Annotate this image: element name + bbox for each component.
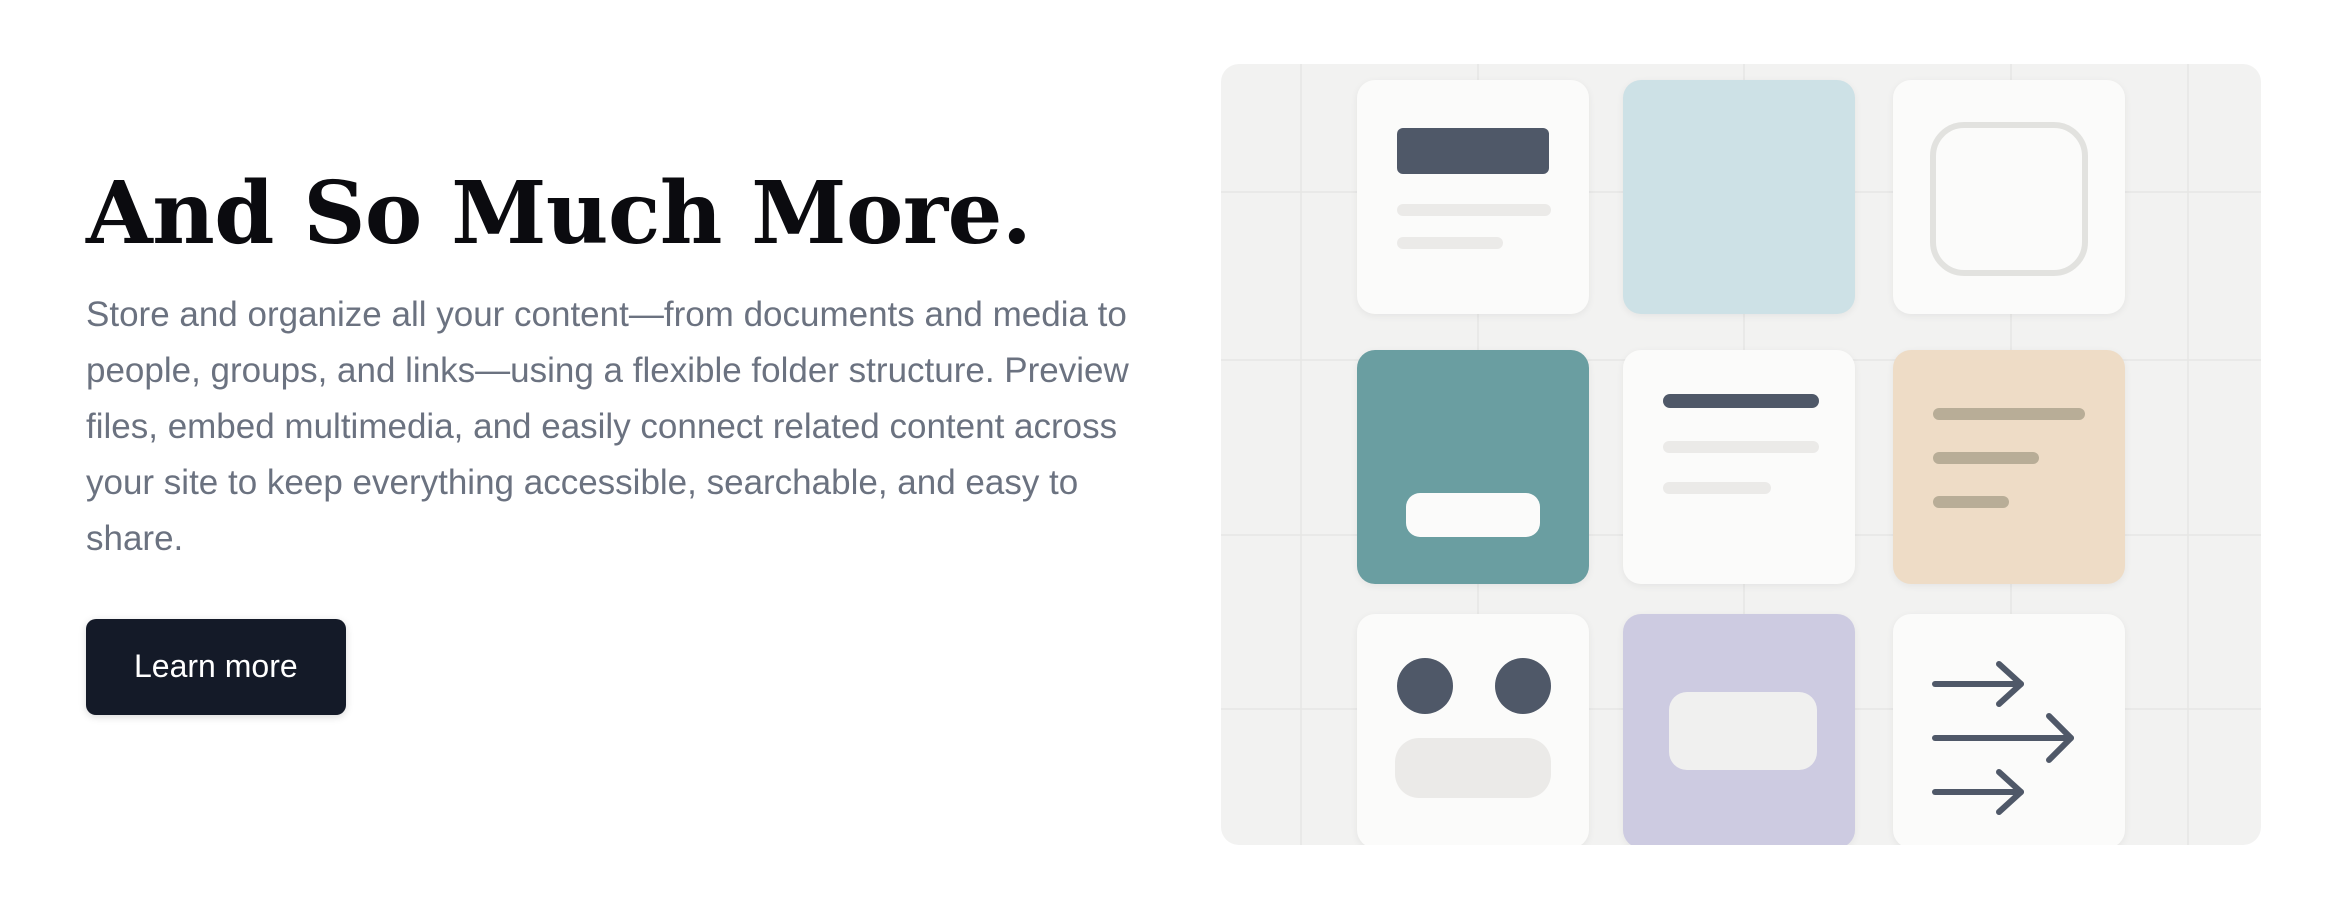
- description: Store and organize all your content—from…: [86, 294, 1129, 558]
- page-title: And So Much More.: [86, 163, 1032, 264]
- card-title-bar: [1397, 128, 1549, 174]
- learn-more-button[interactable]: Learn more: [86, 618, 346, 715]
- text-lines-icon: [1623, 350, 1855, 584]
- blank-card-icon: [1623, 80, 1855, 314]
- document-card-icon: [1357, 80, 1589, 314]
- note-line: [1933, 452, 2039, 464]
- rounded-square-icon: [1893, 80, 2125, 314]
- card-line: [1397, 237, 1503, 249]
- folder-card-icon: [1623, 614, 1855, 845]
- text-line: [1663, 441, 1819, 453]
- illustration-panel: [1221, 64, 2261, 845]
- square-outline: [1930, 122, 2088, 276]
- group-pill: [1395, 738, 1551, 798]
- notes-icon: [1893, 350, 2125, 584]
- text-line: [1663, 394, 1819, 408]
- media-caption-pill: [1406, 493, 1540, 537]
- person-dot: [1495, 658, 1551, 714]
- hero-content: And So Much More. Store and organize all…: [86, 163, 1156, 715]
- arrows-graphic: [1932, 661, 2074, 815]
- person-dot: [1397, 658, 1453, 714]
- note-line: [1933, 496, 2009, 508]
- media-card-icon: [1357, 350, 1589, 584]
- feature-section: And So Much More. Store and organize all…: [0, 0, 2332, 920]
- grid-line: [2187, 64, 2189, 845]
- arrows-icon: [1893, 614, 2125, 845]
- folder-inner-card: [1669, 692, 1817, 770]
- card-line: [1397, 204, 1551, 216]
- text-line: [1663, 482, 1771, 494]
- note-line: [1933, 408, 2085, 420]
- people-icon: [1357, 614, 1589, 845]
- grid-line: [1300, 64, 1302, 845]
